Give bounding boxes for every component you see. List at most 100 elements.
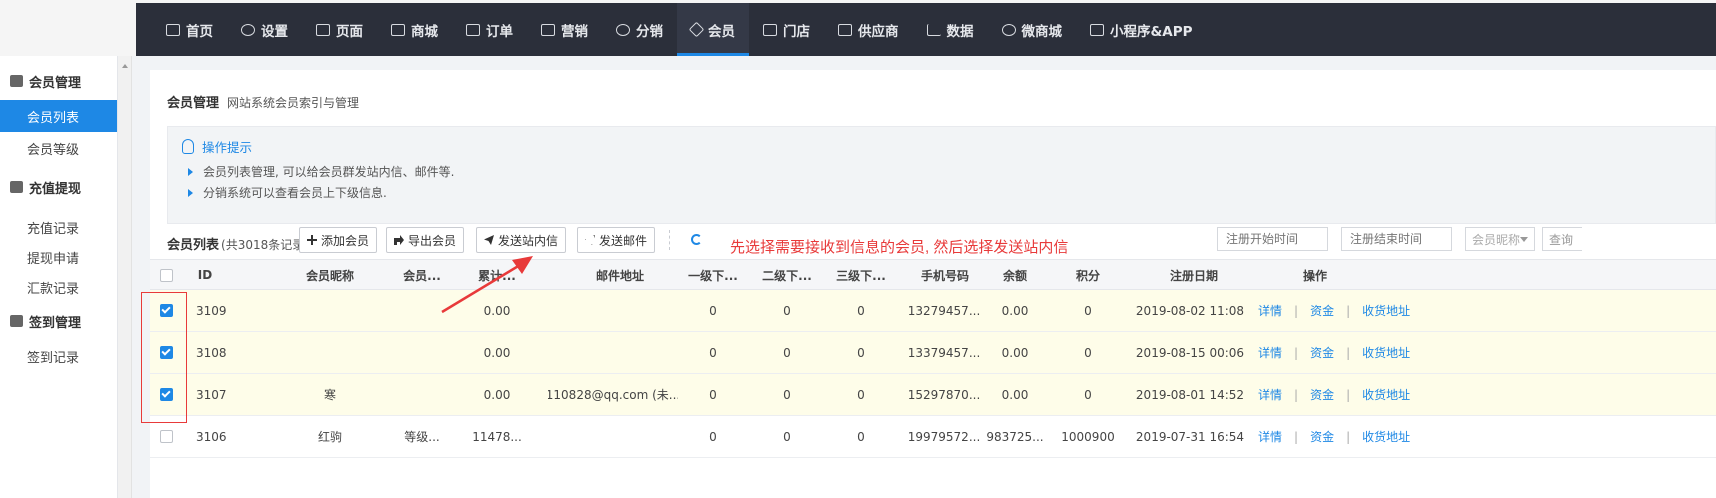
order-icon bbox=[466, 23, 480, 36]
cell-level: 等级... bbox=[404, 430, 440, 444]
cell-register-date: 2019-08-15 00:06 bbox=[1135, 345, 1245, 360]
nav-item-stores[interactable]: 门店 bbox=[749, 3, 824, 56]
cell-id: 3107 bbox=[196, 387, 227, 402]
cell-nickname: 红驹 bbox=[317, 430, 342, 444]
search-input[interactable]: 查询 bbox=[1542, 227, 1582, 251]
address-link[interactable]: 收货地址 bbox=[1362, 428, 1410, 445]
cell-points: 0 bbox=[1084, 345, 1092, 360]
register-end-input[interactable] bbox=[1341, 227, 1452, 251]
detail-link[interactable]: 详情 bbox=[1258, 428, 1282, 445]
col-level3[interactable]: 三级下... bbox=[833, 260, 889, 290]
sidebar-scrollbar[interactable] bbox=[118, 56, 132, 498]
col-id[interactable]: ID bbox=[190, 260, 220, 290]
bar-chart-icon bbox=[926, 23, 941, 36]
user-gear-icon bbox=[10, 75, 23, 87]
page-header: 会员管理 网站系统会员索引与管理 bbox=[167, 92, 359, 111]
cube-icon bbox=[1090, 23, 1104, 36]
detail-link[interactable]: 详情 bbox=[1258, 344, 1282, 361]
col-points[interactable]: 积分 bbox=[1060, 260, 1116, 290]
sidebar-item-recharge-records[interactable]: 充值记录 bbox=[0, 212, 117, 242]
cell-total: 0.00 bbox=[483, 345, 511, 360]
table-row[interactable]: 3107 寒 0.00 110828@qq.com (未... 0 0 0 15… bbox=[150, 374, 1716, 416]
cell-balance: 0.00 bbox=[1001, 345, 1029, 360]
sidebar-item-member-level[interactable]: 会员等级 bbox=[0, 132, 117, 164]
address-link[interactable]: 收货地址 bbox=[1362, 302, 1410, 319]
refresh-icon[interactable] bbox=[691, 234, 702, 245]
wallet-icon bbox=[10, 181, 23, 193]
nav-item-members[interactable]: 会员 bbox=[677, 3, 749, 56]
col-level2[interactable]: 二级下... bbox=[759, 260, 815, 290]
funds-link[interactable]: 资金 bbox=[1310, 302, 1334, 319]
nav-item-orders[interactable]: 订单 bbox=[452, 3, 527, 56]
nav-item-miniprogram[interactable]: 小程序&APP bbox=[1076, 3, 1207, 56]
register-start-input[interactable] bbox=[1217, 227, 1328, 251]
nav-item-marketing[interactable]: 营销 bbox=[527, 3, 602, 56]
sidebar-item-remittance-records[interactable]: 汇款记录 bbox=[0, 272, 117, 302]
sidebar-item-member-list[interactable]: 会员列表 bbox=[0, 100, 117, 132]
table-row[interactable]: 3109 0.00 0 0 0 13279457... 0.00 0 2019-… bbox=[150, 290, 1716, 332]
cell-balance: 0.00 bbox=[1001, 387, 1029, 402]
cell-level1: 0 bbox=[709, 345, 717, 360]
cell-email bbox=[548, 332, 678, 373]
nav-item-distribution[interactable]: 分销 bbox=[602, 3, 677, 56]
nav-item-suppliers[interactable]: 供应商 bbox=[824, 3, 913, 56]
funds-link[interactable]: 资金 bbox=[1310, 386, 1334, 403]
table-row[interactable]: 3106 红驹 等级... 11478... 0 0 0 19979572...… bbox=[150, 416, 1716, 458]
col-level1[interactable]: 一级下... bbox=[685, 260, 741, 290]
bag-icon bbox=[391, 23, 405, 36]
nav-item-mall[interactable]: 商城 bbox=[377, 3, 452, 56]
search-field-select[interactable]: 会员昵称 bbox=[1465, 227, 1535, 251]
tips-header[interactable]: 操作提示 bbox=[182, 137, 252, 156]
col-balance[interactable]: 余额 bbox=[993, 260, 1037, 290]
nav-item-home[interactable]: 首页 bbox=[152, 3, 227, 56]
nav-item-pages[interactable]: 页面 bbox=[302, 3, 377, 56]
table-header: ID 会员昵称 会员... 累计... 邮件地址 一级下... 二级下... 三… bbox=[150, 259, 1716, 290]
cell-level1: 0 bbox=[709, 387, 717, 402]
sidebar-item-withdraw-requests[interactable]: 提现申请 bbox=[0, 242, 117, 272]
tip-line: 分销系统可以查看会员上下级信息. bbox=[188, 184, 387, 201]
cell-points: 1000900 bbox=[1061, 429, 1115, 444]
cell-register-date: 2019-07-31 16:54 bbox=[1135, 429, 1245, 444]
sidebar-group-recharge-withdraw[interactable]: 充值提现 bbox=[0, 168, 117, 206]
nav-item-data[interactable]: 数据 bbox=[913, 3, 988, 56]
sidebar-group-member-management[interactable]: 会员管理 bbox=[0, 62, 117, 100]
nav-item-settings[interactable]: 设置 bbox=[227, 3, 302, 56]
cell-level2: 0 bbox=[783, 345, 791, 360]
top-navigation: 首页 设置 页面 商城 订单 营销 分销 会员 门店 供应商 数据 微商城 小程… bbox=[136, 3, 1716, 56]
address-link[interactable]: 收货地址 bbox=[1362, 344, 1410, 361]
sidebar-item-checkin-records[interactable]: 签到记录 bbox=[0, 340, 117, 372]
add-member-button[interactable]: 添加会员 bbox=[299, 227, 378, 253]
sidebar-group-checkin-management[interactable]: 签到管理 bbox=[0, 302, 117, 340]
tips-box: 操作提示 会员列表管理, 可以给会员群发站内信、邮件等. 分销系统可以查看会员上… bbox=[167, 126, 1716, 224]
export-members-button[interactable]: 导出会员 bbox=[386, 227, 465, 253]
cell-level bbox=[397, 332, 447, 373]
cell-register-date: 2019-08-01 14:52 bbox=[1135, 387, 1245, 402]
users-icon bbox=[616, 23, 630, 36]
cell-level1: 0 bbox=[709, 429, 717, 444]
send-email-button[interactable]: 发送邮件 bbox=[577, 227, 656, 253]
cell-points: 0 bbox=[1084, 303, 1092, 318]
col-total[interactable]: 累计... bbox=[472, 260, 522, 290]
col-register-date[interactable]: 注册日期 bbox=[1150, 260, 1238, 290]
funds-link[interactable]: 资金 bbox=[1310, 344, 1334, 361]
table-row[interactable]: 3108 0.00 0 0 0 13379457... 0.00 0 2019-… bbox=[150, 332, 1716, 374]
select-all-checkbox[interactable] bbox=[158, 260, 174, 290]
detail-link[interactable]: 详情 bbox=[1258, 302, 1282, 319]
chevron-down-icon bbox=[1520, 236, 1528, 242]
cell-id: 3109 bbox=[196, 303, 227, 318]
col-phone[interactable]: 手机号码 bbox=[910, 260, 980, 290]
calendar-icon bbox=[10, 315, 23, 327]
detail-link[interactable]: 详情 bbox=[1258, 386, 1282, 403]
col-level[interactable]: 会员... bbox=[397, 260, 447, 290]
col-nickname[interactable]: 会员昵称 bbox=[290, 260, 370, 290]
page-title: 会员管理 bbox=[167, 96, 220, 111]
cell-actions: 详情 | 资金 | 收货地址 bbox=[1258, 344, 1411, 361]
send-message-button[interactable]: 发送站内信 bbox=[476, 227, 567, 253]
nav-item-wechat-mall[interactable]: 微商城 bbox=[988, 3, 1077, 56]
cell-total: 0.00 bbox=[483, 387, 511, 402]
funds-link[interactable]: 资金 bbox=[1310, 428, 1334, 445]
scroll-up-arrow-icon[interactable] bbox=[122, 64, 128, 68]
address-link[interactable]: 收货地址 bbox=[1362, 386, 1410, 403]
cell-level1: 0 bbox=[709, 303, 717, 318]
col-email[interactable]: 邮件地址 bbox=[570, 260, 670, 290]
